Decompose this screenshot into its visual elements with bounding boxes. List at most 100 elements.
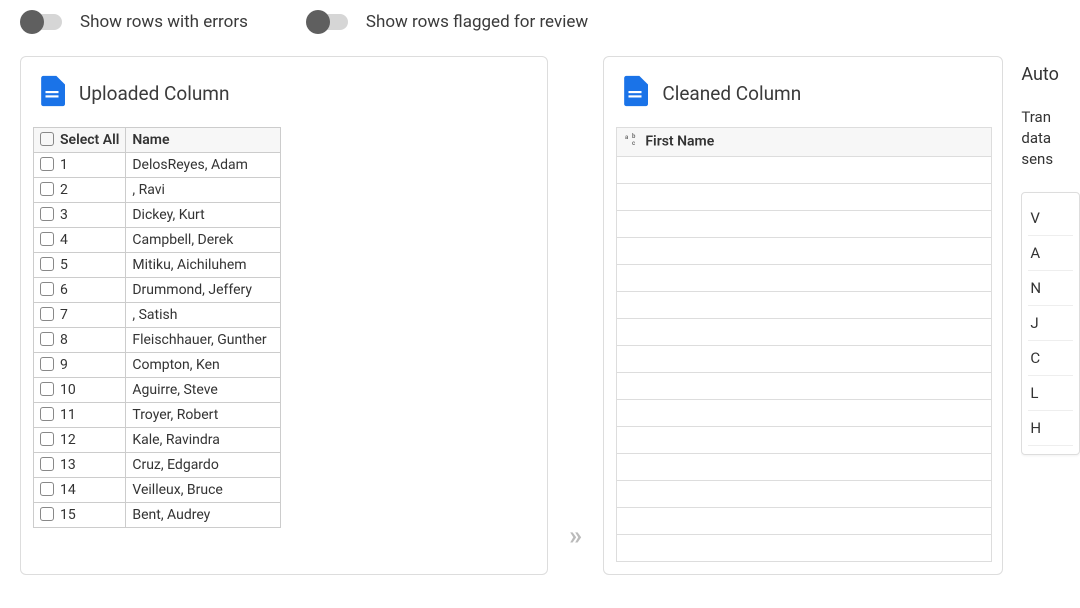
row-select-cell[interactable]: 2 bbox=[34, 178, 126, 203]
table-row[interactable]: 14Veilleux, Bruce bbox=[34, 478, 281, 503]
list-item[interactable]: L bbox=[1028, 376, 1073, 411]
checkbox-icon[interactable] bbox=[40, 407, 54, 421]
checkbox-icon[interactable] bbox=[40, 207, 54, 221]
table-row[interactable]: 7, Satish bbox=[34, 303, 281, 328]
toggle-errors-label: Show rows with errors bbox=[80, 12, 248, 32]
empty-cell bbox=[617, 535, 992, 562]
table-row[interactable]: 10Aguirre, Steve bbox=[34, 378, 281, 403]
row-select-cell[interactable]: 4 bbox=[34, 228, 126, 253]
row-select-cell[interactable]: 14 bbox=[34, 478, 126, 503]
row-name-cell: Fleischhauer, Gunther bbox=[126, 328, 281, 353]
toggle-flagged[interactable]: Show rows flagged for review bbox=[308, 12, 588, 32]
row-select-cell[interactable]: 3 bbox=[34, 203, 126, 228]
checkbox-icon[interactable] bbox=[40, 457, 54, 471]
list-item[interactable]: A bbox=[1028, 236, 1073, 271]
row-select-cell[interactable]: 9 bbox=[34, 353, 126, 378]
list-item[interactable]: N bbox=[1028, 271, 1073, 306]
table-row[interactable]: 15Bent, Audrey bbox=[34, 503, 281, 528]
toggle-flagged-label: Show rows flagged for review bbox=[366, 12, 588, 32]
table-row[interactable] bbox=[617, 346, 992, 373]
table-row[interactable] bbox=[617, 319, 992, 346]
toggle-switch-icon[interactable] bbox=[308, 14, 348, 30]
table-row[interactable] bbox=[617, 157, 992, 184]
checkbox-icon[interactable] bbox=[40, 307, 54, 321]
empty-cell bbox=[617, 157, 992, 184]
checkbox-icon[interactable] bbox=[40, 382, 54, 396]
table-row[interactable] bbox=[617, 238, 992, 265]
name-header: Name bbox=[126, 128, 281, 153]
table-row[interactable]: 8Fleischhauer, Gunther bbox=[34, 328, 281, 353]
table-row[interactable] bbox=[617, 427, 992, 454]
checkbox-icon[interactable] bbox=[40, 357, 54, 371]
row-select-cell[interactable]: 13 bbox=[34, 453, 126, 478]
checkbox-icon[interactable] bbox=[40, 282, 54, 296]
list-item[interactable]: C bbox=[1028, 341, 1073, 376]
file-icon bbox=[622, 75, 648, 111]
checkbox-icon[interactable] bbox=[40, 232, 54, 246]
empty-cell bbox=[617, 211, 992, 238]
row-select-cell[interactable]: 10 bbox=[34, 378, 126, 403]
row-select-cell[interactable]: 11 bbox=[34, 403, 126, 428]
select-all-header[interactable]: Select All bbox=[34, 128, 126, 153]
toggle-bar: Show rows with errors Show rows flagged … bbox=[20, 12, 1080, 32]
table-row[interactable]: 2, Ravi bbox=[34, 178, 281, 203]
table-row[interactable] bbox=[617, 481, 992, 508]
checkbox-icon[interactable] bbox=[40, 157, 54, 171]
checkbox-icon[interactable] bbox=[40, 182, 54, 196]
table-row[interactable]: 11Troyer, Robert bbox=[34, 403, 281, 428]
table-row[interactable] bbox=[617, 454, 992, 481]
checkbox-icon[interactable] bbox=[40, 432, 54, 446]
row-select-cell[interactable]: 12 bbox=[34, 428, 126, 453]
toggle-errors[interactable]: Show rows with errors bbox=[22, 12, 248, 32]
checkbox-icon[interactable] bbox=[40, 332, 54, 346]
row-name-cell: Drummond, Jeffery bbox=[126, 278, 281, 303]
svg-text:a: a bbox=[625, 134, 628, 141]
table-row[interactable] bbox=[617, 265, 992, 292]
row-select-cell[interactable]: 6 bbox=[34, 278, 126, 303]
transfer-arrow: » bbox=[566, 56, 586, 575]
table-row[interactable]: 4Campbell, Derek bbox=[34, 228, 281, 253]
svg-text:b: b bbox=[632, 133, 636, 140]
side-panel: Auto Tran data sens VANJCLH bbox=[1021, 56, 1080, 575]
table-row[interactable]: 5Mitiku, Aichiluhem bbox=[34, 253, 281, 278]
row-select-cell[interactable]: 15 bbox=[34, 503, 126, 528]
table-row[interactable]: 3Dickey, Kurt bbox=[34, 203, 281, 228]
row-select-cell[interactable]: 7 bbox=[34, 303, 126, 328]
table-row[interactable] bbox=[617, 535, 992, 562]
row-name-cell: Aguirre, Steve bbox=[126, 378, 281, 403]
table-row[interactable] bbox=[617, 400, 992, 427]
table-row[interactable]: 12Kale, Ravindra bbox=[34, 428, 281, 453]
checkbox-icon[interactable] bbox=[40, 257, 54, 271]
table-row[interactable] bbox=[617, 373, 992, 400]
empty-cell bbox=[617, 508, 992, 535]
checkbox-icon[interactable] bbox=[40, 482, 54, 496]
table-row[interactable] bbox=[617, 508, 992, 535]
uploaded-panel: Uploaded Column Select All Name 1DelosRe… bbox=[20, 56, 548, 575]
side-description: Tran data sens bbox=[1021, 107, 1080, 170]
row-name-cell: Kale, Ravindra bbox=[126, 428, 281, 453]
cleaned-table: abc First Name bbox=[616, 127, 992, 562]
table-row[interactable] bbox=[617, 184, 992, 211]
row-select-cell[interactable]: 1 bbox=[34, 153, 126, 178]
row-name-cell: Mitiku, Aichiluhem bbox=[126, 253, 281, 278]
checkbox-icon[interactable] bbox=[40, 507, 54, 521]
table-row[interactable]: 1DelosReyes, Adam bbox=[34, 153, 281, 178]
text-type-icon: abc bbox=[625, 133, 641, 151]
file-icon bbox=[39, 75, 65, 111]
list-item[interactable]: H bbox=[1028, 411, 1073, 446]
list-item[interactable]: J bbox=[1028, 306, 1073, 341]
list-item[interactable]: V bbox=[1028, 201, 1073, 236]
table-row[interactable]: 6Drummond, Jeffery bbox=[34, 278, 281, 303]
empty-cell bbox=[617, 427, 992, 454]
svg-text:c: c bbox=[632, 140, 635, 147]
row-select-cell[interactable]: 5 bbox=[34, 253, 126, 278]
table-row[interactable] bbox=[617, 292, 992, 319]
row-name-cell: Bent, Audrey bbox=[126, 503, 281, 528]
table-row[interactable]: 13Cruz, Edgardo bbox=[34, 453, 281, 478]
table-row[interactable]: 9Compton, Ken bbox=[34, 353, 281, 378]
row-select-cell[interactable]: 8 bbox=[34, 328, 126, 353]
empty-cell bbox=[617, 346, 992, 373]
toggle-switch-icon[interactable] bbox=[22, 14, 62, 30]
table-row[interactable] bbox=[617, 211, 992, 238]
checkbox-icon[interactable] bbox=[40, 132, 54, 146]
